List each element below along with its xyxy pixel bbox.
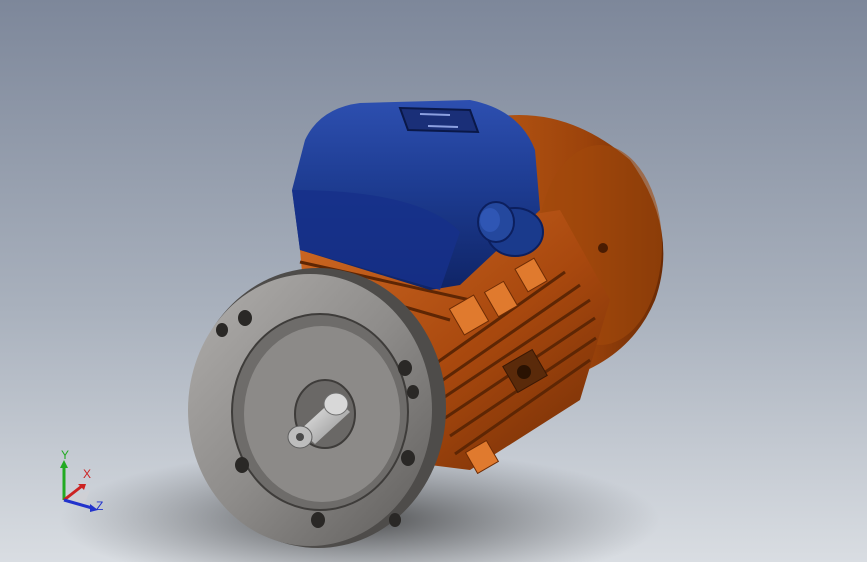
graphics-viewport[interactable]: Y X Z <box>0 0 867 562</box>
z-axis-label: Z <box>96 499 103 513</box>
view-triad[interactable]: Y X Z <box>50 448 110 518</box>
x-axis-label: X <box>83 467 91 481</box>
front-flange <box>188 268 446 548</box>
motor-model[interactable] <box>0 0 867 562</box>
y-axis-label: Y <box>61 448 69 462</box>
terminal-box-logo <box>398 106 480 134</box>
